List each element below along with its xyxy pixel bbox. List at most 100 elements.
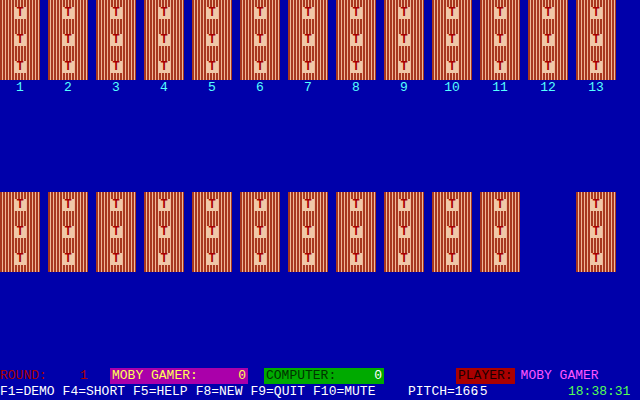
card-glyph: T — [110, 253, 121, 265]
function-key: F1=DEMO — [0, 384, 55, 400]
card-number: 4 — [144, 80, 184, 96]
card-glyph: T — [158, 7, 169, 19]
card[interactable]: T T T — [288, 0, 328, 80]
player-name: MOBY GAMER — [521, 368, 599, 384]
card-glyph: T — [350, 253, 361, 265]
pitch-display: PITCH=166 — [408, 384, 472, 400]
card-glyph: T — [14, 34, 25, 46]
card-glyph: T — [590, 199, 601, 211]
card-glyph: T — [494, 253, 505, 265]
card-glyph: T — [350, 226, 361, 238]
card[interactable]: TTT — [480, 0, 520, 80]
card-glyph: T — [14, 7, 25, 19]
spacer — [248, 368, 264, 384]
card[interactable]: T T T — [576, 192, 616, 272]
card[interactable]: TTT — [528, 0, 568, 80]
card-glyph: T — [254, 253, 265, 265]
spacer — [384, 368, 456, 384]
bottom-card-row: TTTTTTTTTTTTTTTTTTTTTTTTTTTTTTTTTTTT — [0, 192, 640, 272]
computer-score-value: 0 — [374, 368, 382, 384]
card-glyph: T — [398, 253, 409, 265]
card-glyph: T — [446, 61, 457, 73]
card[interactable]: TTT — [0, 192, 40, 272]
card-glyph: T — [62, 226, 73, 238]
card-glyph: T — [206, 199, 217, 211]
card-glyph: T — [302, 61, 313, 73]
card-number: 11 — [480, 80, 520, 96]
card[interactable]: TTT — [240, 0, 280, 80]
card-glyph: T — [206, 34, 217, 46]
card-glyph: T — [446, 253, 457, 265]
computer-score: COMPUTER: 0 — [264, 368, 384, 384]
card[interactable]: TTT — [0, 0, 40, 80]
card-glyph: T — [590, 7, 601, 19]
card-glyph: T — [62, 7, 73, 19]
card-glyph: T — [254, 7, 265, 19]
card-number: 13 — [576, 80, 616, 96]
card-glyph: T — [494, 199, 505, 211]
card[interactable]: TTT — [192, 0, 232, 80]
function-key: F8=NEW — [196, 384, 243, 400]
card-number: 3 — [96, 80, 136, 96]
card-glyph: T — [110, 7, 121, 19]
card[interactable] — [528, 192, 568, 272]
card[interactable]: TTT — [288, 192, 328, 272]
function-key: F4=SHORT — [63, 384, 125, 400]
card-number: 6 — [240, 80, 280, 96]
card[interactable]: TTT — [384, 192, 424, 272]
card-glyph: T — [398, 34, 409, 46]
card[interactable]: T T T — [96, 192, 136, 272]
computer-score-label: COMPUTER: — [266, 368, 336, 384]
card-glyph: T — [542, 7, 553, 19]
card[interactable]: T T T — [480, 192, 520, 272]
card-number: 2 — [48, 80, 88, 96]
card-glyph: T — [254, 226, 265, 238]
card-number-row: 12345678910111213 — [0, 80, 640, 96]
player-score-label: MOBY GAMER: — [112, 368, 198, 384]
card-glyph: T — [110, 226, 121, 238]
card[interactable]: TTT — [144, 192, 184, 272]
speed-display: .5 — [472, 384, 568, 400]
card-glyph: T — [14, 199, 25, 211]
card[interactable]: TTT — [144, 0, 184, 80]
card-glyph: T — [542, 34, 553, 46]
card-number: 10 — [432, 80, 472, 96]
key-list: F1=DEMOF4=SHORTF5=HELPF8=NEWF9=QUITF10=M… — [0, 384, 408, 400]
player-score: MOBY GAMER:0 — [110, 368, 248, 384]
card-glyph: T — [302, 253, 313, 265]
clock: 18:38:31 — [568, 384, 630, 400]
card-glyph: T — [494, 34, 505, 46]
card-glyph: T — [590, 226, 601, 238]
card[interactable]: TTT — [96, 0, 136, 80]
card-glyph: T — [254, 61, 265, 73]
card-glyph: T — [590, 61, 601, 73]
card[interactable]: T T T — [240, 192, 280, 272]
card-glyph: T — [302, 34, 313, 46]
card-glyph: T — [206, 61, 217, 73]
card-glyph: T — [350, 34, 361, 46]
card-number: 5 — [192, 80, 232, 96]
card[interactable]: TTT — [336, 192, 376, 272]
round-label: ROUND: — [0, 368, 80, 384]
card-glyph: T — [398, 61, 409, 73]
card-glyph: T — [590, 253, 601, 265]
card[interactable]: T T T — [384, 0, 424, 80]
card-glyph: T — [302, 7, 313, 19]
card-number: 1 — [0, 80, 40, 96]
card[interactable]: TTT — [432, 192, 472, 272]
card[interactable]: TTT — [432, 0, 472, 80]
card-number: 7 — [288, 80, 328, 96]
card-glyph: T — [398, 7, 409, 19]
card[interactable]: TTT — [48, 0, 88, 80]
card-glyph: T — [206, 226, 217, 238]
card-glyph: T — [494, 226, 505, 238]
card-glyph: T — [110, 61, 121, 73]
card-glyph: T — [110, 199, 121, 211]
card-glyph: T — [158, 61, 169, 73]
card-glyph: T — [254, 199, 265, 211]
card[interactable]: TTT — [336, 0, 376, 80]
card[interactable]: TTT — [48, 192, 88, 272]
card-glyph: T — [446, 34, 457, 46]
card[interactable]: TTT — [192, 192, 232, 272]
card[interactable]: TTT — [576, 0, 616, 80]
